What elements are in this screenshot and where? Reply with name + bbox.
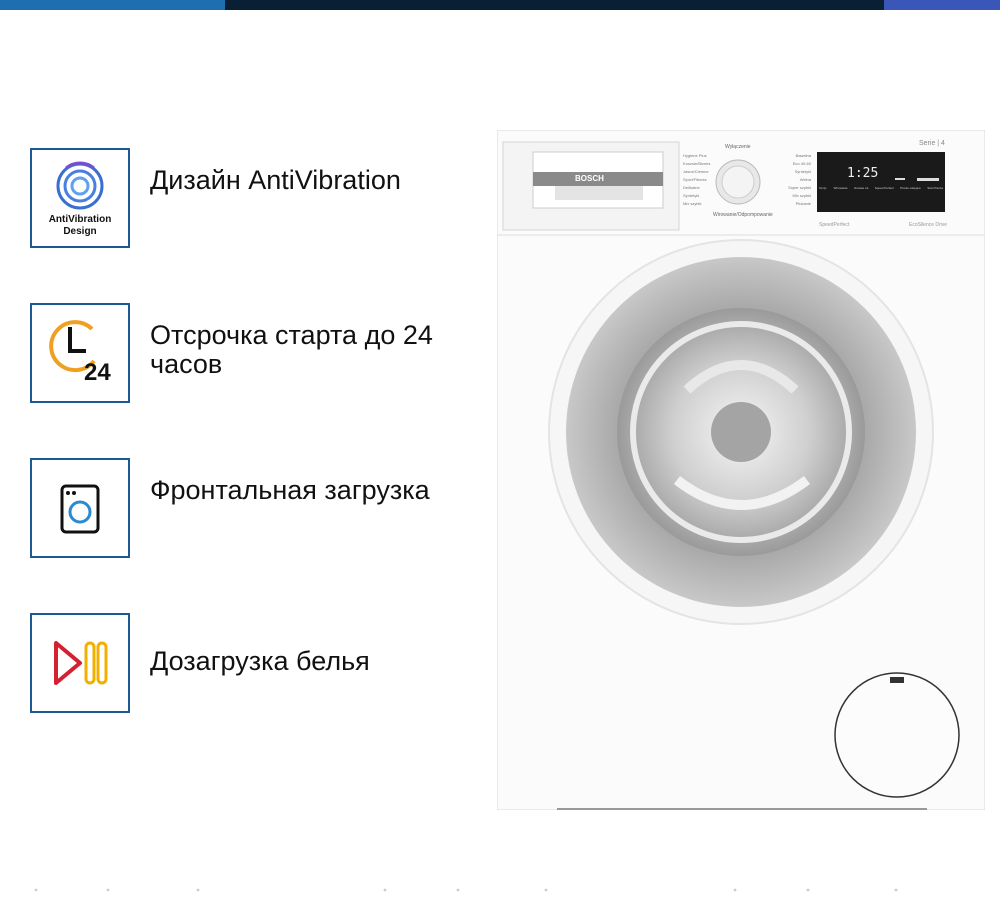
program-label: Syntetyki <box>683 193 700 198</box>
washing-machine-image: BOSCH Serie | 4 1:25 Wyłączenie Hygiene … <box>496 129 986 811</box>
delay-start-clock-icon: 24 <box>30 303 130 403</box>
washer-program-right: Bawełna Eco 40-60 Syntetyki Wełna Super … <box>767 152 811 208</box>
program-label: Delikatne <box>683 185 700 190</box>
decorative-dot-row <box>0 880 1000 892</box>
program-label: Hygiene Plus <box>683 153 707 158</box>
program-label: Wełna <box>799 177 811 182</box>
banner-segment-right <box>884 0 1000 10</box>
washer-series-label: Serie | 4 <box>919 140 945 147</box>
feature-reload: Дозагрузка белья <box>30 613 510 713</box>
washer-display-time: 1:25 <box>847 166 879 181</box>
program-label: Jasne/Ciemne <box>683 169 709 174</box>
reload-pause-icon <box>30 613 130 713</box>
antivibration-icon-text: AntiVibration Design <box>48 214 112 237</box>
washer-footer-right: EcoSilence Drive <box>909 222 948 228</box>
program-label: Eco 40-60 <box>792 161 811 166</box>
feature-label: Фронтальная загрузка <box>150 475 430 505</box>
delay-start-hours: 24 <box>84 359 111 386</box>
program-label: Płukanie <box>795 201 811 206</box>
feature-antivibration: AntiVibration Design Дизайн AntiVibratio… <box>30 148 510 248</box>
top-banner-stripe <box>0 0 1000 10</box>
washer-program-top: Wyłączenie <box>725 144 751 150</box>
feature-delay-start: 24 Отсрочка старта до 24 часов <box>30 303 510 403</box>
feature-label: Дизайн AntiVibration <box>150 165 401 195</box>
washer-brand-label: BOSCH <box>575 174 604 183</box>
program-label: Super szybki <box>788 185 811 190</box>
feature-label: Отсрочка старта до 24 часов <box>150 320 433 379</box>
washer-program-bottom: Wirowanie/Odpompowanie <box>713 212 773 218</box>
program-label: Mix szybki <box>683 201 702 206</box>
banner-segment-left <box>0 0 225 10</box>
washer-panel-buttons: Temp. Wirowanie Gotowe za Speed Perfect … <box>819 186 943 190</box>
panel-button-label: Pranie wstępne <box>900 186 921 190</box>
panel-button-label: Wirowanie <box>833 186 848 190</box>
panel-button-label: Speed Perfect <box>874 186 894 190</box>
washer-program-left: Hygiene Plus Koszule/Biznes Jasne/Ciemne… <box>683 152 723 208</box>
program-label: Bawełna <box>795 153 811 158</box>
panel-button-label: Gotowe za <box>854 186 869 190</box>
panel-button-label: Temp. <box>819 186 828 190</box>
panel-button-label: Start Pauza <box>927 186 943 190</box>
program-label: Koszule/Biznes <box>683 161 711 166</box>
feature-label: Дозагрузка белья <box>150 646 370 676</box>
feature-front-loading: Фронтальная загрузка <box>30 458 510 558</box>
washer-footer-left: SpeedPerfect <box>819 222 850 228</box>
program-label: Syntetyki <box>794 169 811 174</box>
antivibration-icon: AntiVibration Design <box>30 148 130 248</box>
front-loading-washer-icon <box>30 458 130 558</box>
program-label: Sport/Fitness <box>683 177 707 182</box>
program-label: Mix szybki <box>792 193 811 198</box>
